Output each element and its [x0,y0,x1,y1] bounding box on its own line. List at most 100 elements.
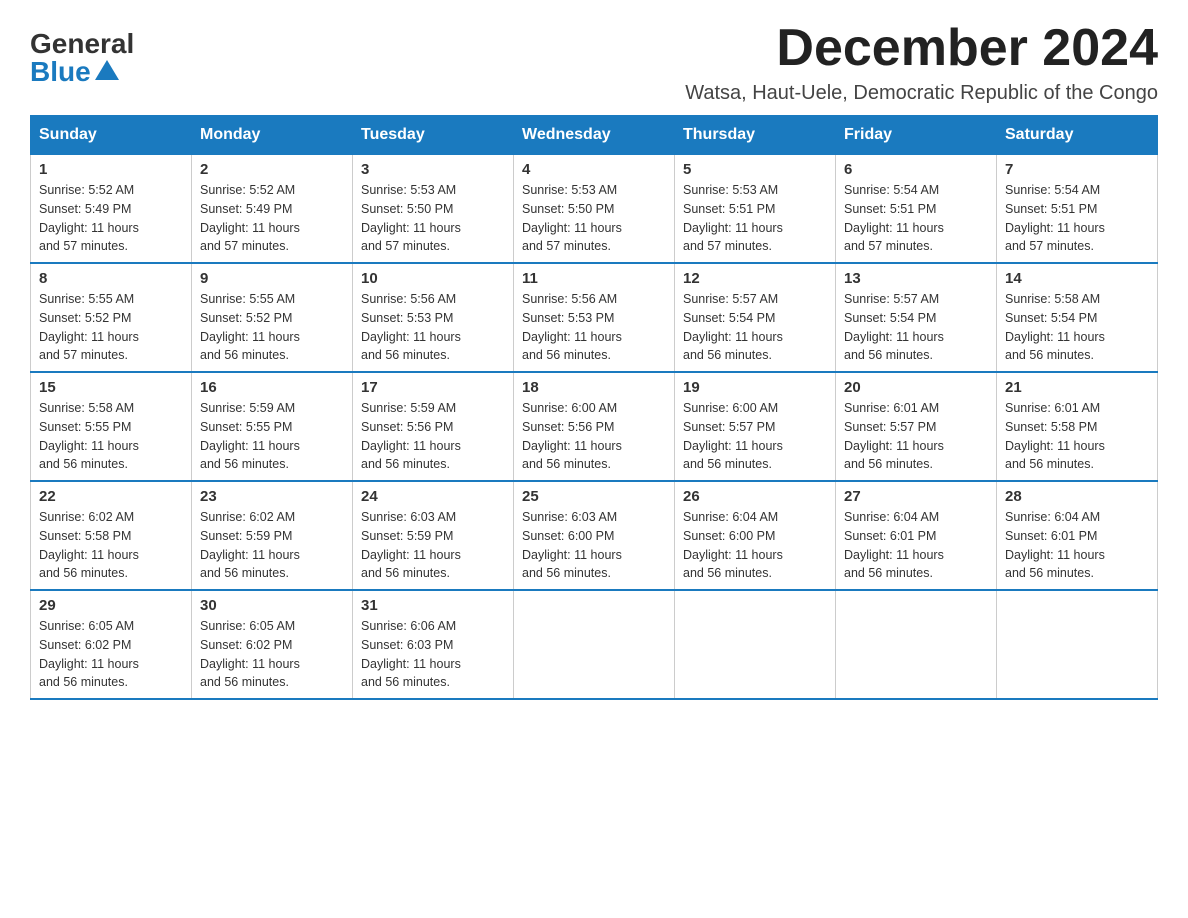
table-row: 10 Sunrise: 5:56 AMSunset: 5:53 PMDaylig… [353,263,514,372]
day-info: Sunrise: 5:59 AMSunset: 5:56 PMDaylight:… [361,401,461,471]
table-row: 16 Sunrise: 5:59 AMSunset: 5:55 PMDaylig… [192,372,353,481]
title-area: December 2024 Watsa, Haut-Uele, Democrat… [685,20,1158,105]
table-row: 4 Sunrise: 5:53 AMSunset: 5:50 PMDayligh… [514,155,675,264]
day-number: 25 [522,488,666,505]
table-row: 19 Sunrise: 6:00 AMSunset: 5:57 PMDaylig… [675,372,836,481]
table-row: 6 Sunrise: 5:54 AMSunset: 5:51 PMDayligh… [836,155,997,264]
table-row: 2 Sunrise: 5:52 AMSunset: 5:49 PMDayligh… [192,155,353,264]
table-row: 18 Sunrise: 6:00 AMSunset: 5:56 PMDaylig… [514,372,675,481]
day-info: Sunrise: 5:52 AMSunset: 5:49 PMDaylight:… [200,183,300,253]
day-info: Sunrise: 6:03 AMSunset: 6:00 PMDaylight:… [522,510,622,580]
table-row: 28 Sunrise: 6:04 AMSunset: 6:01 PMDaylig… [997,481,1158,590]
day-info: Sunrise: 6:05 AMSunset: 6:02 PMDaylight:… [200,619,300,689]
day-number: 14 [1005,270,1149,287]
table-row: 1 Sunrise: 5:52 AMSunset: 5:49 PMDayligh… [31,155,192,264]
header-monday: Monday [192,116,353,155]
table-row: 23 Sunrise: 6:02 AMSunset: 5:59 PMDaylig… [192,481,353,590]
day-number: 11 [522,270,666,287]
table-row [836,590,997,699]
day-number: 24 [361,488,505,505]
day-number: 23 [200,488,344,505]
logo-general-text: General [30,30,134,58]
logo: General Blue [30,30,134,86]
day-number: 9 [200,270,344,287]
day-number: 30 [200,597,344,614]
day-info: Sunrise: 6:03 AMSunset: 5:59 PMDaylight:… [361,510,461,580]
table-row: 5 Sunrise: 5:53 AMSunset: 5:51 PMDayligh… [675,155,836,264]
day-number: 26 [683,488,827,505]
day-info: Sunrise: 5:53 AMSunset: 5:51 PMDaylight:… [683,183,783,253]
table-row [675,590,836,699]
table-row: 8 Sunrise: 5:55 AMSunset: 5:52 PMDayligh… [31,263,192,372]
day-info: Sunrise: 6:06 AMSunset: 6:03 PMDaylight:… [361,619,461,689]
logo-triangle-icon [95,60,119,80]
day-info: Sunrise: 6:00 AMSunset: 5:56 PMDaylight:… [522,401,622,471]
day-number: 22 [39,488,183,505]
day-info: Sunrise: 6:04 AMSunset: 6:01 PMDaylight:… [1005,510,1105,580]
day-info: Sunrise: 5:54 AMSunset: 5:51 PMDaylight:… [1005,183,1105,253]
day-number: 10 [361,270,505,287]
calendar-header-row: Sunday Monday Tuesday Wednesday Thursday… [31,116,1158,155]
day-number: 15 [39,379,183,396]
table-row: 22 Sunrise: 6:02 AMSunset: 5:58 PMDaylig… [31,481,192,590]
day-number: 19 [683,379,827,396]
day-number: 13 [844,270,988,287]
logo-blue-text: Blue [30,58,119,86]
header-sunday: Sunday [31,116,192,155]
table-row: 24 Sunrise: 6:03 AMSunset: 5:59 PMDaylig… [353,481,514,590]
table-row: 20 Sunrise: 6:01 AMSunset: 5:57 PMDaylig… [836,372,997,481]
table-row: 17 Sunrise: 5:59 AMSunset: 5:56 PMDaylig… [353,372,514,481]
calendar-week-row: 1 Sunrise: 5:52 AMSunset: 5:49 PMDayligh… [31,155,1158,264]
day-number: 27 [844,488,988,505]
day-info: Sunrise: 5:56 AMSunset: 5:53 PMDaylight:… [361,292,461,362]
day-number: 2 [200,161,344,178]
day-info: Sunrise: 5:53 AMSunset: 5:50 PMDaylight:… [522,183,622,253]
table-row: 29 Sunrise: 6:05 AMSunset: 6:02 PMDaylig… [31,590,192,699]
day-number: 16 [200,379,344,396]
table-row: 13 Sunrise: 5:57 AMSunset: 5:54 PMDaylig… [836,263,997,372]
day-info: Sunrise: 5:57 AMSunset: 5:54 PMDaylight:… [844,292,944,362]
day-number: 28 [1005,488,1149,505]
table-row: 12 Sunrise: 5:57 AMSunset: 5:54 PMDaylig… [675,263,836,372]
table-row [514,590,675,699]
day-number: 6 [844,161,988,178]
header-friday: Friday [836,116,997,155]
table-row: 21 Sunrise: 6:01 AMSunset: 5:58 PMDaylig… [997,372,1158,481]
day-info: Sunrise: 6:04 AMSunset: 6:00 PMDaylight:… [683,510,783,580]
day-info: Sunrise: 6:01 AMSunset: 5:57 PMDaylight:… [844,401,944,471]
header: General Blue December 2024 Watsa, Haut-U… [30,20,1158,105]
table-row: 26 Sunrise: 6:04 AMSunset: 6:00 PMDaylig… [675,481,836,590]
day-info: Sunrise: 6:02 AMSunset: 5:58 PMDaylight:… [39,510,139,580]
day-number: 31 [361,597,505,614]
calendar-week-row: 15 Sunrise: 5:58 AMSunset: 5:55 PMDaylig… [31,372,1158,481]
day-info: Sunrise: 5:58 AMSunset: 5:54 PMDaylight:… [1005,292,1105,362]
day-number: 17 [361,379,505,396]
day-info: Sunrise: 5:53 AMSunset: 5:50 PMDaylight:… [361,183,461,253]
day-number: 8 [39,270,183,287]
calendar-week-row: 22 Sunrise: 6:02 AMSunset: 5:58 PMDaylig… [31,481,1158,590]
day-info: Sunrise: 6:00 AMSunset: 5:57 PMDaylight:… [683,401,783,471]
day-info: Sunrise: 5:55 AMSunset: 5:52 PMDaylight:… [200,292,300,362]
day-info: Sunrise: 5:55 AMSunset: 5:52 PMDaylight:… [39,292,139,362]
day-info: Sunrise: 5:59 AMSunset: 5:55 PMDaylight:… [200,401,300,471]
day-info: Sunrise: 6:02 AMSunset: 5:59 PMDaylight:… [200,510,300,580]
calendar-week-row: 29 Sunrise: 6:05 AMSunset: 6:02 PMDaylig… [31,590,1158,699]
day-number: 20 [844,379,988,396]
day-number: 29 [39,597,183,614]
table-row: 15 Sunrise: 5:58 AMSunset: 5:55 PMDaylig… [31,372,192,481]
header-tuesday: Tuesday [353,116,514,155]
day-info: Sunrise: 5:56 AMSunset: 5:53 PMDaylight:… [522,292,622,362]
day-info: Sunrise: 6:05 AMSunset: 6:02 PMDaylight:… [39,619,139,689]
day-info: Sunrise: 5:52 AMSunset: 5:49 PMDaylight:… [39,183,139,253]
table-row: 30 Sunrise: 6:05 AMSunset: 6:02 PMDaylig… [192,590,353,699]
day-info: Sunrise: 6:04 AMSunset: 6:01 PMDaylight:… [844,510,944,580]
table-row: 3 Sunrise: 5:53 AMSunset: 5:50 PMDayligh… [353,155,514,264]
day-number: 5 [683,161,827,178]
table-row: 31 Sunrise: 6:06 AMSunset: 6:03 PMDaylig… [353,590,514,699]
calendar-table: Sunday Monday Tuesday Wednesday Thursday… [30,115,1158,700]
day-number: 4 [522,161,666,178]
table-row: 27 Sunrise: 6:04 AMSunset: 6:01 PMDaylig… [836,481,997,590]
day-info: Sunrise: 6:01 AMSunset: 5:58 PMDaylight:… [1005,401,1105,471]
day-number: 12 [683,270,827,287]
day-info: Sunrise: 5:54 AMSunset: 5:51 PMDaylight:… [844,183,944,253]
